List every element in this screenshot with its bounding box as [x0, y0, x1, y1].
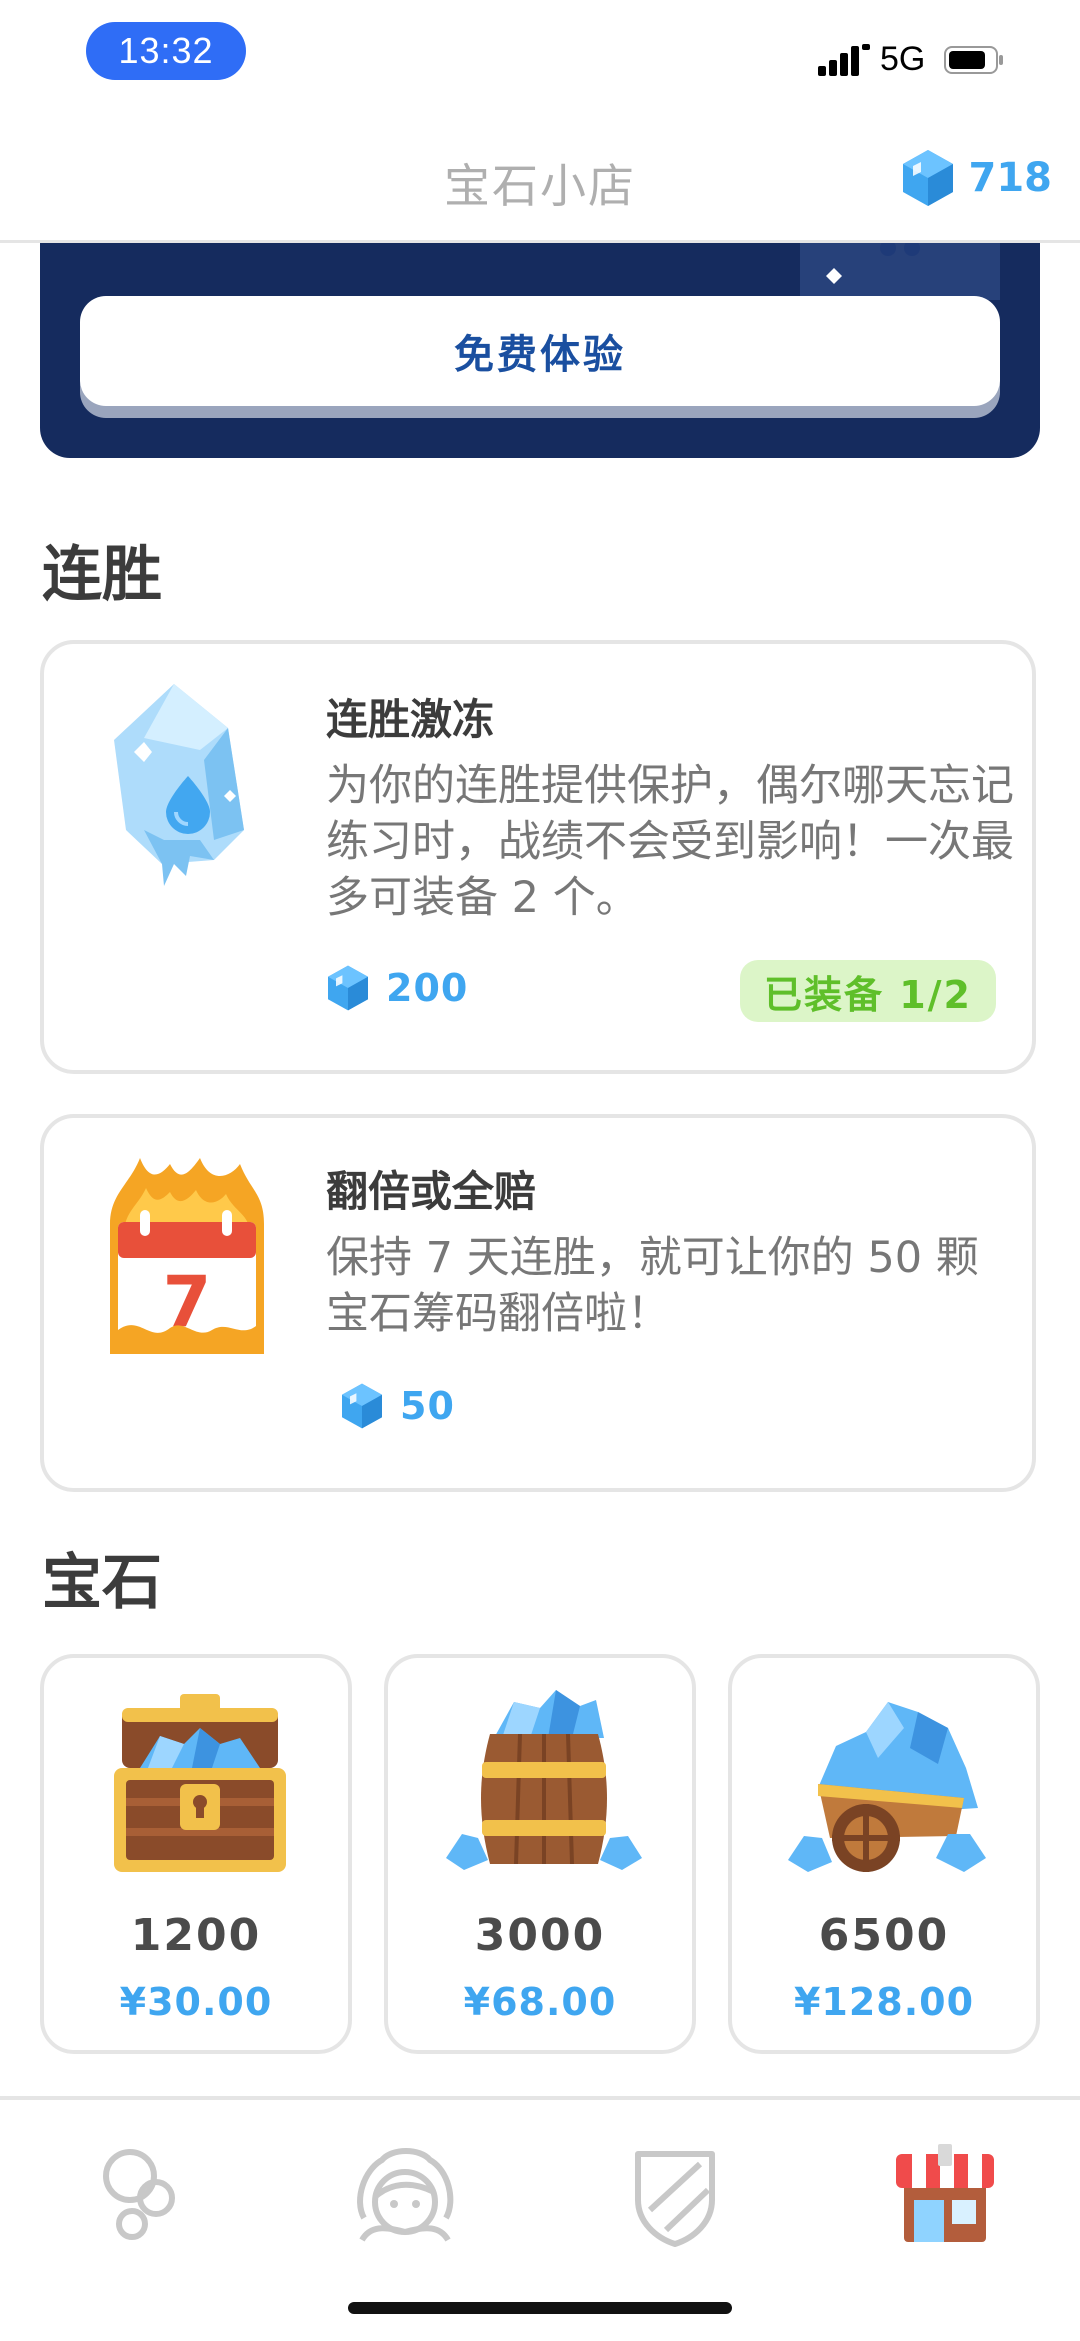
nav-shop-tab[interactable]	[890, 2140, 1000, 2250]
battery-icon	[944, 46, 1003, 74]
streak-freeze-title: 连胜激冻	[326, 695, 495, 744]
signal-icon	[818, 44, 870, 76]
status-time: 13:32	[86, 22, 246, 80]
shop-icon	[896, 2144, 994, 2242]
gem-pack-price: ¥68.00	[463, 1980, 617, 2024]
double-or-nothing-title: 翻倍或全赔	[326, 1167, 537, 1216]
profile-icon	[357, 2148, 454, 2242]
gem-cart-icon	[788, 1702, 986, 1872]
double-or-nothing-price: 50	[340, 1382, 455, 1430]
double-or-nothing-price-value: 50	[400, 1384, 455, 1428]
gem-balance[interactable]: 718	[901, 148, 1053, 208]
gem-pack-amount: 3000	[474, 1910, 606, 1961]
gem-pack-price: ¥30.00	[119, 1980, 273, 2024]
nav-profile-tab[interactable]	[350, 2140, 460, 2250]
gem-pack-amount: 1200	[130, 1910, 262, 1961]
shield-icon	[635, 2151, 715, 2247]
nav-league-tab[interactable]	[620, 2140, 730, 2250]
double-or-nothing-description: 保持 7 天连胜，就可让你的 50 颗宝石筹码翻倍啦！	[326, 1233, 979, 1339]
double-or-nothing-card[interactable]: 7 翻倍或全赔 保持 7 天连胜，就可让你的 50 颗宝石筹码翻倍啦！ 50	[40, 1114, 1036, 1492]
status-bar: 13:32 5G	[0, 0, 1080, 120]
network-type: 5G	[880, 40, 926, 78]
free-trial-button[interactable]: 免费体验	[80, 296, 1000, 406]
gems-section-title: 宝石	[42, 1548, 162, 1618]
home-indicator	[348, 2302, 732, 2314]
super-banner: 免费体验	[40, 240, 1040, 458]
gem-icon	[902, 150, 953, 206]
gem-icon	[342, 1383, 382, 1429]
streak-freeze-description: 为你的连胜提供保护，偶尔哪天忘记练习时，战绩不会受到影响！一次最多可装备 2 个…	[326, 761, 1014, 923]
gem-pack-price: ¥128.00	[793, 1980, 975, 2024]
streak-freeze-price: 200	[326, 964, 468, 1012]
nav-learn-tab[interactable]	[90, 2140, 200, 2250]
gem-pack-1200[interactable]: 1200 ¥30.00	[40, 1654, 352, 2054]
streak-freeze-card[interactable]: 连胜激冻 为你的连胜提供保护，偶尔哪天忘记练习时，战绩不会受到影响！一次最多可装…	[40, 640, 1036, 1074]
bubbles-icon	[103, 2149, 175, 2240]
streak-section-title: 连胜	[42, 540, 162, 610]
banner-decoration	[800, 240, 1000, 300]
gem-balance-value: 718	[968, 155, 1053, 201]
shop-header: 宝石小店 718	[0, 120, 1080, 243]
streak-freeze-price-value: 200	[386, 966, 469, 1010]
streak-freeze-icon	[114, 684, 244, 886]
gem-pack-3000[interactable]: 3000 ¥68.00	[384, 1654, 696, 2054]
calendar-fire-icon: 7	[110, 1158, 264, 1354]
gem-barrel-icon	[446, 1690, 642, 1870]
treasure-chest-icon	[114, 1694, 286, 1872]
equipped-badge: 已装备 1/2	[740, 960, 996, 1022]
gem-icon	[328, 965, 368, 1011]
gem-pack-amount: 6500	[818, 1910, 950, 1961]
gem-pack-6500[interactable]: 6500 ¥128.00	[728, 1654, 1040, 2054]
